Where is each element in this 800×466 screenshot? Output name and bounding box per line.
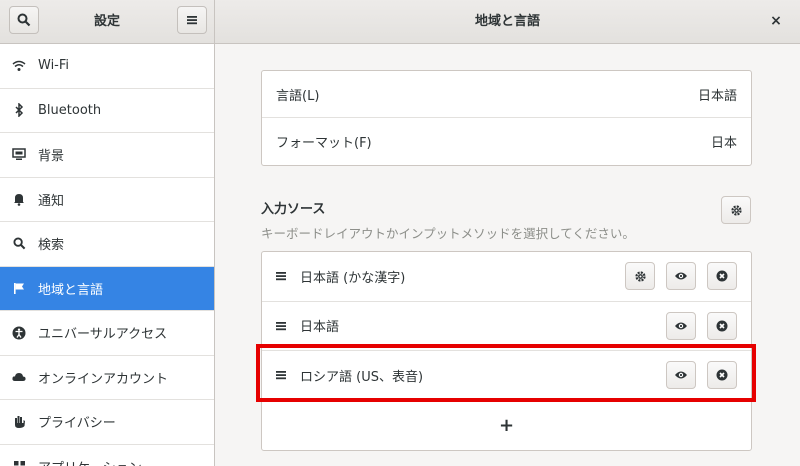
gear-icon xyxy=(634,271,646,282)
input-source-row[interactable]: 日本語 xyxy=(262,302,751,351)
input-source-view-button[interactable] xyxy=(666,361,696,390)
hand-icon xyxy=(12,415,26,429)
search-button[interactable] xyxy=(9,6,39,34)
sidebar-item-label: アプリケーション xyxy=(38,457,142,466)
language-label: 言語(L) xyxy=(276,88,320,104)
cloud-icon xyxy=(12,370,26,384)
bluetooth-icon xyxy=(12,103,26,118)
sidebar-item-label: プライバシー xyxy=(38,416,116,432)
input-source-label: 日本語 (かな漢字) xyxy=(300,270,406,286)
input-source-view-button[interactable] xyxy=(666,262,696,291)
input-source-view-button[interactable] xyxy=(666,311,696,340)
close-button[interactable]: × xyxy=(766,11,786,31)
input-source-remove-button[interactable] xyxy=(707,361,737,390)
sidebar-item-online-accounts[interactable]: オンラインアカウント xyxy=(0,356,214,400)
sidebar-item-notifications[interactable]: 通知 xyxy=(0,178,214,222)
add-icon: + xyxy=(498,414,515,436)
language-row[interactable]: 言語(L) 日本語 xyxy=(262,71,751,118)
menu-button[interactable] xyxy=(177,6,207,34)
wifi-icon xyxy=(12,59,26,73)
sidebar-item-label: 通知 xyxy=(38,193,65,209)
sidebar-item-search[interactable]: 検索 xyxy=(0,222,214,267)
sidebar-item-background[interactable]: 背景 xyxy=(0,133,214,178)
input-source-settings-button[interactable] xyxy=(625,262,655,291)
close-icon: × xyxy=(770,13,782,29)
sidebar-item-label: ユニバーサルアクセス xyxy=(38,327,168,343)
main-panel: 言語(L) 日本語 フォーマット(F) 日本 入力ソース キーボードレイアウトか… xyxy=(215,44,800,466)
apps-icon xyxy=(12,459,26,466)
search-icon xyxy=(17,13,31,27)
sidebar-item-applications[interactable]: アプリケーション xyxy=(0,445,214,466)
input-source-row[interactable]: 日本語 (かな漢字) xyxy=(262,252,751,302)
input-source-remove-button[interactable] xyxy=(707,262,737,291)
sidebar-item-privacy[interactable]: プライバシー xyxy=(0,400,214,445)
drag-handle-icon[interactable] xyxy=(276,271,290,281)
input-source-label: ロシア語 (US、表音) xyxy=(300,369,424,385)
input-sources-title: 入力ソース xyxy=(261,202,326,217)
sidebar: Wi-Fi Bluetooth 背景 通知 検索 地域と言語 ユニバーサルアクセ… xyxy=(0,44,215,466)
hamburger-menu-icon xyxy=(187,16,197,25)
sidebar-item-label: 背景 xyxy=(38,149,65,165)
remove-icon xyxy=(716,320,728,332)
drag-handle-icon[interactable] xyxy=(276,370,290,380)
input-sources-options-button[interactable] xyxy=(721,196,751,224)
input-source-label: 日本語 xyxy=(300,320,340,336)
background-icon xyxy=(12,148,26,162)
accessibility-icon xyxy=(12,326,26,340)
input-source-remove-button[interactable] xyxy=(707,311,737,340)
sidebar-item-label: Bluetooth xyxy=(38,102,102,118)
eye-icon xyxy=(675,322,687,330)
language-value: 日本語 xyxy=(697,88,737,104)
search-icon xyxy=(12,237,26,251)
gear-icon xyxy=(730,204,742,216)
eye-icon xyxy=(675,371,687,379)
input-source-row[interactable]: ロシア語 (US、表音) xyxy=(262,351,751,401)
input-sources-description: キーボードレイアウトかインプットメソッドを選択してください。 xyxy=(261,226,635,241)
sidebar-item-bluetooth[interactable]: Bluetooth xyxy=(0,89,214,133)
input-sources-list: 日本語 (かな漢字) 日本語 ロシア語 (US、表音) + xyxy=(261,251,752,451)
flag-icon xyxy=(12,281,26,295)
remove-icon xyxy=(716,270,728,282)
sidebar-item-label: オンラインアカウント xyxy=(38,371,169,387)
sidebar-item-label: 検索 xyxy=(38,238,65,254)
sidebar-item-label: Wi-Fi xyxy=(38,58,70,74)
sidebar-item-wifi[interactable]: Wi-Fi xyxy=(0,44,214,89)
add-input-source-button[interactable]: + xyxy=(262,401,751,451)
sidebar-item-universal-access[interactable]: ユニバーサルアクセス xyxy=(0,311,214,356)
header-bar: 設定 地域と言語 × xyxy=(0,0,800,44)
remove-icon xyxy=(716,369,728,381)
eye-icon xyxy=(675,272,687,280)
bell-icon xyxy=(12,192,26,206)
drag-handle-icon[interactable] xyxy=(276,321,290,331)
sidebar-item-label: 地域と言語 xyxy=(38,282,104,298)
page-title: 地域と言語 xyxy=(474,14,540,29)
formats-value: 日本 xyxy=(710,136,737,151)
language-format-card: 言語(L) 日本語 フォーマット(F) 日本 xyxy=(261,70,752,166)
formats-label: フォーマット(F) xyxy=(276,136,372,151)
formats-row[interactable]: フォーマット(F) 日本 xyxy=(262,118,751,165)
sidebar-item-region-language[interactable]: 地域と言語 xyxy=(0,266,214,311)
sidebar-header: 設定 xyxy=(0,0,215,43)
